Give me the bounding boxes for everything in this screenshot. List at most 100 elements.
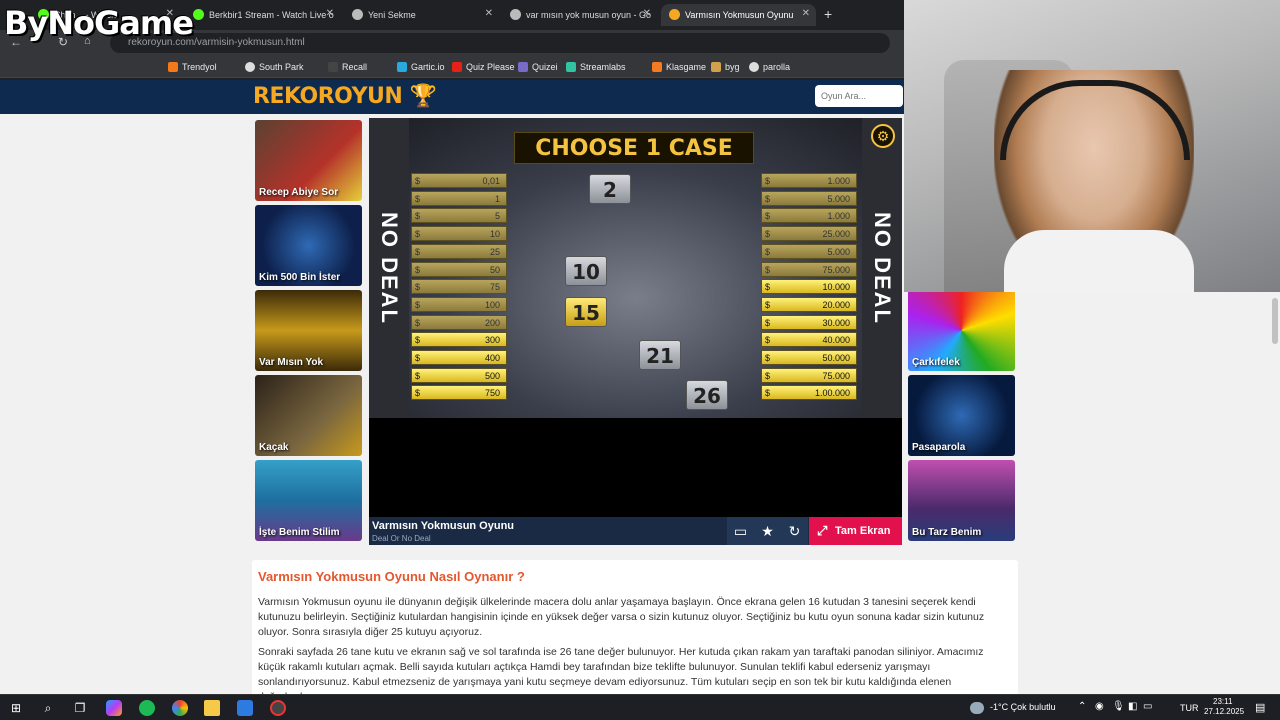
fullscreen-button[interactable]: ⤢ Tam Ekran	[809, 517, 902, 545]
search-input[interactable]	[815, 85, 903, 107]
file-explorer-icon[interactable]	[204, 700, 220, 716]
close-icon[interactable]: ✕	[802, 8, 810, 19]
currency-sign: $	[765, 335, 771, 346]
value-text: 100	[484, 299, 500, 310]
case-26[interactable]: 26	[686, 380, 728, 410]
game-tile[interactable]: Pasaparola	[908, 375, 1015, 456]
value-text: 500	[484, 370, 500, 381]
task-view-icon[interactable]: ❐	[72, 700, 88, 716]
article-section: Varmısın Yokmusun Oyunu Nasıl Oynanır ? …	[252, 560, 1018, 703]
currency-sign: $	[765, 299, 771, 310]
game-subtitle: Deal Or No Deal	[372, 534, 431, 543]
bookmark-quizei[interactable]: Quizei	[518, 60, 558, 74]
case-10[interactable]: 10	[565, 256, 607, 286]
tab-5-active[interactable]: Varmısın Yokmusun Oyunu ✕	[661, 4, 816, 26]
game-info-bar: Varmısın Yokmusun Oyunu Deal Or No Deal …	[369, 517, 902, 545]
clock-time[interactable]: 23:11	[1213, 697, 1232, 706]
game-tile[interactable]: Bu Tarz Benim	[908, 460, 1015, 541]
game-tile[interactable]: Var Mısın Yok	[255, 290, 362, 371]
comment-icon[interactable]: ▭	[727, 517, 754, 545]
tile-label: Kim 500 Bin İster	[259, 272, 341, 283]
copilot-icon[interactable]	[106, 700, 122, 716]
gartic-icon	[397, 62, 407, 72]
value-text: 40.000	[822, 335, 850, 346]
search-icon[interactable]: ⌕	[40, 700, 56, 716]
game-tile[interactable]: Kim 500 Bin İster	[255, 205, 362, 286]
weather-text[interactable]: -1°C Çok bulutlu	[990, 702, 1056, 712]
weather-icon[interactable]	[970, 702, 984, 714]
game-frame[interactable]: NO DEAL NO DEAL CHOOSE 1 CASE ⚙ $0,01 $1 $…	[369, 118, 902, 545]
trophy-icon	[669, 9, 680, 20]
left-value-6: $75	[411, 279, 507, 295]
tile-label: Recep Abiye Sor	[259, 187, 339, 198]
game-tile[interactable]: Kaçak	[255, 375, 362, 456]
case-2[interactable]: 2	[589, 174, 631, 204]
app-icon[interactable]	[237, 700, 253, 716]
bookmark-recall[interactable]: Recall	[328, 60, 367, 74]
bookmark-byg[interactable]: byg	[711, 60, 740, 74]
bookmark-streamlabs[interactable]: Streamlabs	[566, 60, 626, 74]
value-text: 750	[484, 388, 500, 399]
game-tile[interactable]: Çarkıfelek	[908, 290, 1015, 371]
case-21[interactable]: 21	[639, 340, 681, 370]
page-scrollbar[interactable]	[1270, 292, 1280, 692]
left-value-10: $400	[411, 350, 507, 365]
language-indicator[interactable]: TUR	[1180, 703, 1199, 713]
url-bar[interactable]: rekoroyun.com/varmisin-yokmusun.html	[110, 33, 890, 53]
tab-4[interactable]: var mısın yok musun oyun - Go ✕	[502, 4, 657, 26]
game-tile[interactable]: Recep Abiye Sor	[255, 120, 362, 201]
windows-start-icon[interactable]: ⊞	[8, 700, 24, 716]
close-icon[interactable]: ✕	[326, 8, 334, 19]
case-15[interactable]: 15	[565, 297, 607, 327]
left-value-4: $25	[411, 243, 507, 259]
youtube-icon	[452, 62, 462, 72]
close-icon[interactable]: ✕	[485, 8, 493, 19]
tab-2[interactable]: Berkbir1 Stream - Watch Live o ✕	[185, 4, 340, 26]
bookmark-trendyol[interactable]: Trendyol	[168, 60, 217, 74]
left-value-8: $200	[411, 314, 507, 330]
site-logo[interactable]: REKOROYUN 🏆	[253, 84, 437, 109]
bookmark-klasgame[interactable]: Klasgame	[652, 60, 706, 74]
microphone-icon[interactable]: 🎙	[1112, 701, 1125, 712]
game-tile[interactable]: İşte Benim Stilim	[255, 460, 362, 541]
refresh-icon[interactable]: ↻	[781, 517, 808, 545]
site-header	[0, 80, 904, 114]
right-value-7: $20.000	[761, 296, 857, 312]
bookmark-quizplease[interactable]: Quiz Please	[452, 60, 515, 74]
notification-icon[interactable]: ▤	[1255, 701, 1265, 714]
left-value-1: $1	[411, 190, 507, 206]
currency-sign: $	[765, 370, 771, 381]
speaker-tray-icon[interactable]: ◧	[1128, 701, 1137, 712]
chrome-icon[interactable]	[172, 700, 188, 716]
network-icon[interactable]: ▭	[1143, 701, 1152, 712]
bookmark-southpark[interactable]: South Park	[245, 60, 304, 74]
value-text: 20.000	[822, 299, 850, 310]
bookmark-parolla[interactable]: parolla	[749, 60, 790, 74]
close-icon[interactable]: ✕	[643, 8, 651, 19]
new-tab-icon[interactable]: +	[824, 6, 832, 22]
spotify-icon[interactable]	[139, 700, 155, 716]
value-text: 25.000	[822, 229, 850, 240]
tray-app-icon[interactable]: ◉	[1095, 701, 1104, 712]
tile-label: Var Mısın Yok	[259, 357, 324, 368]
google-icon	[510, 9, 521, 20]
tab-3[interactable]: Yeni Sekme ✕	[344, 4, 499, 26]
tray-chevron-icon[interactable]: ⌃	[1078, 701, 1086, 712]
left-value-11: $500	[411, 367, 507, 383]
logo-text: REKOROYUN	[253, 84, 403, 109]
obs-icon[interactable]	[270, 700, 286, 716]
klasgame-icon	[652, 62, 662, 72]
right-value-10: $50.000	[761, 350, 857, 365]
tile-label: Pasaparola	[912, 442, 966, 453]
bookmark-label: Klasgame	[666, 62, 707, 72]
value-text: 5.000	[827, 193, 850, 204]
scrollbar-thumb[interactable]	[1272, 298, 1278, 344]
tile-label: İşte Benim Stilim	[259, 527, 340, 538]
tile-label: Çarkıfelek	[912, 357, 960, 368]
settings-gear-icon[interactable]: ⚙	[871, 124, 895, 148]
game-stage[interactable]: NO DEAL NO DEAL CHOOSE 1 CASE ⚙ $0,01 $1 $…	[369, 118, 902, 418]
bookmark-gartic[interactable]: Gartic.io	[397, 60, 445, 74]
clock-date[interactable]: 27.12.2025	[1204, 707, 1244, 716]
star-icon[interactable]: ★	[754, 517, 781, 545]
value-text: 75	[489, 282, 500, 293]
